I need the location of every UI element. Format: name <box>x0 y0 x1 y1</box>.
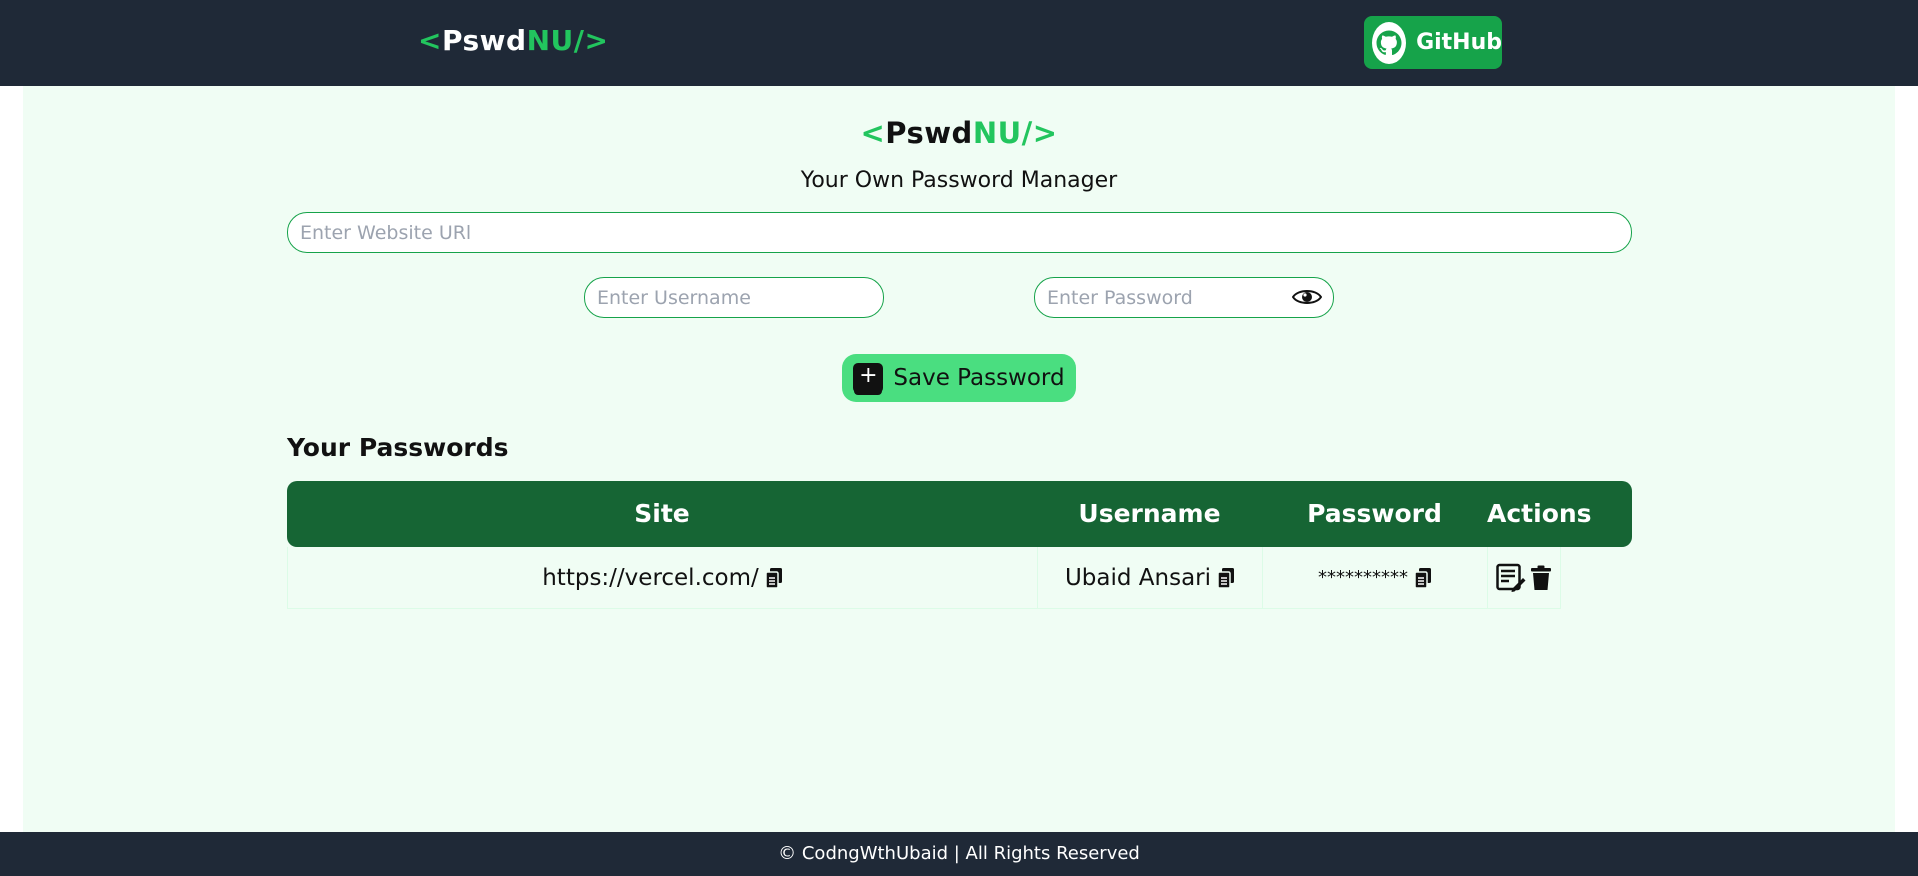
username-value: Ubaid Ansari <box>1064 564 1212 591</box>
footer-text: © CodngWthUbaid | All Rights Reserved <box>778 843 1140 864</box>
page-logo: <PswdNU/> <box>860 116 1058 150</box>
password-value: ********** <box>1318 567 1408 588</box>
passwords-section-title: Your Passwords <box>287 433 509 462</box>
cell-actions <box>1488 547 1561 608</box>
table-row: https://vercel.com/ Ubaid Ansari *******… <box>287 547 1561 609</box>
username-input[interactable] <box>584 277 884 318</box>
github-label: GitHub <box>1416 30 1502 55</box>
github-button[interactable]: GitHub <box>1364 16 1502 69</box>
passwords-table-header: Site Username Password Actions <box>287 481 1632 547</box>
save-password-button[interactable]: + Save Password <box>842 354 1076 402</box>
website-url-input[interactable] <box>287 212 1632 253</box>
github-octocat-icon <box>1372 21 1407 64</box>
site-value: https://vercel.com/ <box>542 564 759 591</box>
top-navbar: <PswdNU/> GitHub <box>0 0 1918 86</box>
cell-site: https://vercel.com/ <box>288 547 1038 608</box>
column-header-username: Username <box>1078 499 1221 528</box>
page-footer: © CodngWthUbaid | All Rights Reserved <box>0 832 1918 876</box>
page-subtitle: Your Own Password Manager <box>800 168 1118 193</box>
password-field <box>1034 277 1334 318</box>
trash-icon[interactable] <box>1530 565 1552 591</box>
copy-icon[interactable] <box>765 567 783 589</box>
navbar-logo[interactable]: <PswdNU/> <box>418 24 608 57</box>
password-input[interactable] <box>1034 277 1334 318</box>
column-header-actions: Actions <box>1487 499 1592 528</box>
cell-password: ********** <box>1263 547 1488 608</box>
main-content: <PswdNU/> Your Own Password Manager + Sa… <box>23 86 1895 832</box>
copy-icon[interactable] <box>1217 567 1235 589</box>
cell-username: Ubaid Ansari <box>1038 547 1263 608</box>
edit-icon[interactable] <box>1496 563 1526 593</box>
save-password-label: Save Password <box>893 365 1065 391</box>
plus-square-icon: + <box>853 363 884 393</box>
column-header-password: Password <box>1307 499 1442 528</box>
copy-icon[interactable] <box>1414 567 1432 589</box>
eye-icon[interactable] <box>1291 287 1323 307</box>
column-header-site: Site <box>634 499 690 528</box>
